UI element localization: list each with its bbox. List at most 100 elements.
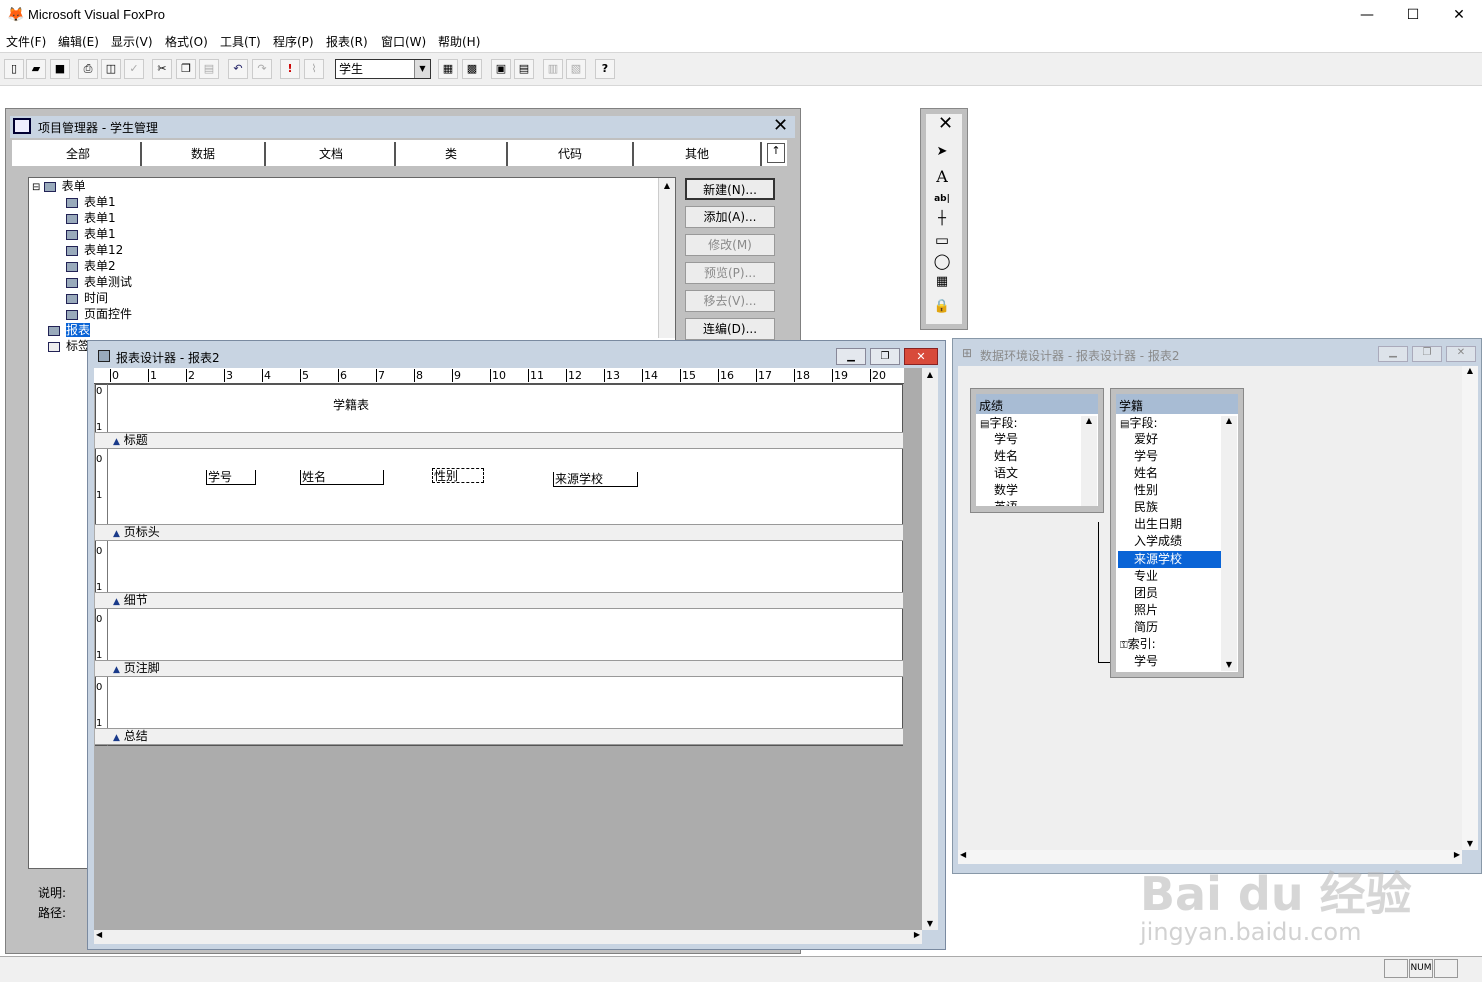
list-item[interactable]: 入学成绩	[1134, 533, 1182, 550]
scroll-left-icon[interactable]: ◀	[96, 930, 102, 939]
open-folder-icon[interactable]: ▰	[26, 59, 46, 79]
run-icon[interactable]: !	[280, 59, 300, 79]
tree-item-form[interactable]: 表单1	[66, 226, 116, 242]
menu-view[interactable]: 显示(V)	[111, 33, 153, 50]
tree-item-form[interactable]: 时间	[66, 290, 108, 306]
field-student-id[interactable]: 学号	[206, 470, 256, 485]
list-item[interactable]: ▤字段:	[1120, 415, 1158, 432]
restore-button[interactable]: ❐	[1412, 346, 1442, 362]
close-button[interactable]: ✕	[904, 348, 938, 365]
tree-node-labels[interactable]: 标签	[48, 338, 90, 354]
close-icon[interactable]: ✕	[773, 116, 788, 136]
copy-icon[interactable]: ❐	[176, 59, 196, 79]
redo-icon[interactable]: ↷	[252, 59, 272, 79]
tree-node-reports[interactable]: 报表	[48, 322, 91, 338]
menu-window[interactable]: 窗口(W)	[381, 33, 426, 50]
table-student-record-scrollbar[interactable]: ▲ ▼	[1221, 416, 1237, 671]
list-item[interactable]: 学号	[1134, 448, 1158, 465]
field-tool-icon[interactable]: ab|	[930, 189, 954, 209]
scroll-right-icon[interactable]: ▶	[914, 930, 920, 939]
list-item[interactable]: 简历	[1134, 619, 1158, 636]
menu-report[interactable]: 报表(R)	[326, 33, 368, 50]
report-hscrollbar[interactable]: ◀ ▶	[94, 930, 922, 944]
band-page-header[interactable]: ▲ 页标头	[95, 524, 903, 541]
tab-classes[interactable]: 类	[396, 142, 508, 166]
paste-icon[interactable]: ▤	[199, 59, 219, 79]
modify-button[interactable]: 修改(M)	[685, 234, 775, 256]
tab-code[interactable]: 代码	[508, 142, 634, 166]
maximize-button[interactable]: ☐	[1390, 5, 1436, 25]
database-combo[interactable]: 学生 ▼	[335, 59, 431, 79]
help-icon[interactable]: ?	[595, 59, 615, 79]
list-item[interactable]: 姓名	[994, 448, 1018, 465]
list-item[interactable]: 学号	[994, 431, 1018, 448]
tree-item-form[interactable]: 页面控件	[66, 306, 132, 322]
new-file-icon[interactable]: ▯	[4, 59, 24, 79]
minimize-button[interactable]: —	[1344, 5, 1390, 25]
table-scores-header[interactable]: 成绩	[976, 394, 1098, 414]
close-icon[interactable]: ✕	[938, 113, 953, 134]
add-button[interactable]: 添加(A)...	[685, 206, 775, 228]
list-item[interactable]: 性别	[1134, 482, 1158, 499]
chevron-down-icon[interactable]: ▼	[414, 60, 430, 78]
scroll-right-icon[interactable]: ▶	[1454, 850, 1460, 859]
tree-item-form[interactable]: 表单测试	[66, 274, 132, 290]
menu-format[interactable]: 格式(O)	[165, 33, 208, 50]
report-wizard-icon[interactable]: ▤	[514, 59, 534, 79]
band-summary[interactable]: ▲ 总结	[95, 728, 903, 745]
data-env-vscrollbar[interactable]: ▲ ▼	[1462, 366, 1478, 850]
collapse-arrow-icon[interactable]: ↑	[767, 143, 785, 163]
build-button[interactable]: 连编(D)...	[685, 318, 775, 340]
scroll-down-icon[interactable]: ▼	[1221, 660, 1237, 669]
new-button[interactable]: 新建(N)...	[685, 178, 775, 200]
report-vscrollbar[interactable]: ▲ ▼	[922, 368, 938, 930]
list-item[interactable]: 学号	[1134, 653, 1158, 670]
tab-all[interactable]: 全部	[16, 142, 142, 166]
band-page-footer[interactable]: ▲ 页注脚	[95, 660, 903, 677]
label-tool-icon[interactable]: A	[930, 167, 954, 187]
band-detail[interactable]: ▲ 细节	[95, 592, 903, 609]
tree-item-form[interactable]: 表单1	[66, 210, 116, 226]
cut-icon[interactable]: ✂	[152, 59, 172, 79]
lock-icon[interactable]: 🔒	[930, 297, 954, 317]
preview-button[interactable]: 预览(P)...	[685, 262, 775, 284]
picture-tool-icon[interactable]: ▦	[930, 272, 954, 292]
scroll-left-icon[interactable]: ◀	[960, 850, 966, 859]
tab-data[interactable]: 数据	[142, 142, 266, 166]
scroll-up-icon[interactable]: ▲	[659, 178, 675, 194]
list-item[interactable]: 数学	[994, 482, 1018, 499]
list-item[interactable]: ⚿索引:	[1120, 636, 1156, 653]
tree-node-forms[interactable]: ⊟ 表单	[32, 178, 86, 194]
band-title[interactable]: ▲ 标题	[95, 432, 903, 449]
tree-scrollbar[interactable]: ▲	[658, 178, 675, 338]
line-tool-icon[interactable]: ┼	[930, 209, 954, 229]
save-icon[interactable]: ■	[50, 59, 70, 79]
list-item[interactable]: 英语	[994, 499, 1018, 506]
tree-item-form[interactable]: 表单1	[66, 194, 116, 210]
scroll-down-icon[interactable]: ▼	[1462, 839, 1478, 848]
list-item[interactable]: 爱好	[1134, 431, 1158, 448]
menu-edit[interactable]: 编辑(E)	[58, 33, 99, 50]
table-student-record-header[interactable]: 学籍	[1116, 394, 1238, 414]
list-item-selected[interactable]: 来源学校	[1134, 551, 1182, 568]
modify-form-icon[interactable]: ⌇	[304, 59, 324, 79]
close-button[interactable]: ✕	[1446, 346, 1476, 362]
scroll-up-icon[interactable]: ▲	[1462, 366, 1478, 375]
tree-item-form[interactable]: 表单2	[66, 258, 116, 274]
minimize-button[interactable]: ▁	[836, 348, 866, 365]
rounded-rectangle-tool-icon[interactable]: ◯	[930, 251, 954, 271]
tab-other[interactable]: 其他	[634, 142, 762, 166]
print-preview-icon[interactable]: ◫	[101, 59, 121, 79]
scroll-up-icon[interactable]: ▲	[922, 368, 938, 382]
restore-button[interactable]: ❐	[870, 348, 900, 365]
autoreport-icon[interactable]: ▧	[566, 59, 586, 79]
list-item[interactable]: ▤字段:	[980, 415, 1018, 432]
list-item[interactable]: 照片	[1134, 602, 1158, 619]
list-item[interactable]: 语文	[994, 465, 1018, 482]
rectangle-tool-icon[interactable]: ▭	[930, 230, 954, 250]
spell-check-icon[interactable]: ✓	[124, 59, 144, 79]
view-window-icon[interactable]: ▩	[462, 59, 482, 79]
list-item[interactable]: 民族	[1134, 499, 1158, 516]
remove-button[interactable]: 移去(V)...	[685, 290, 775, 312]
print-icon[interactable]: ⎙	[78, 59, 98, 79]
